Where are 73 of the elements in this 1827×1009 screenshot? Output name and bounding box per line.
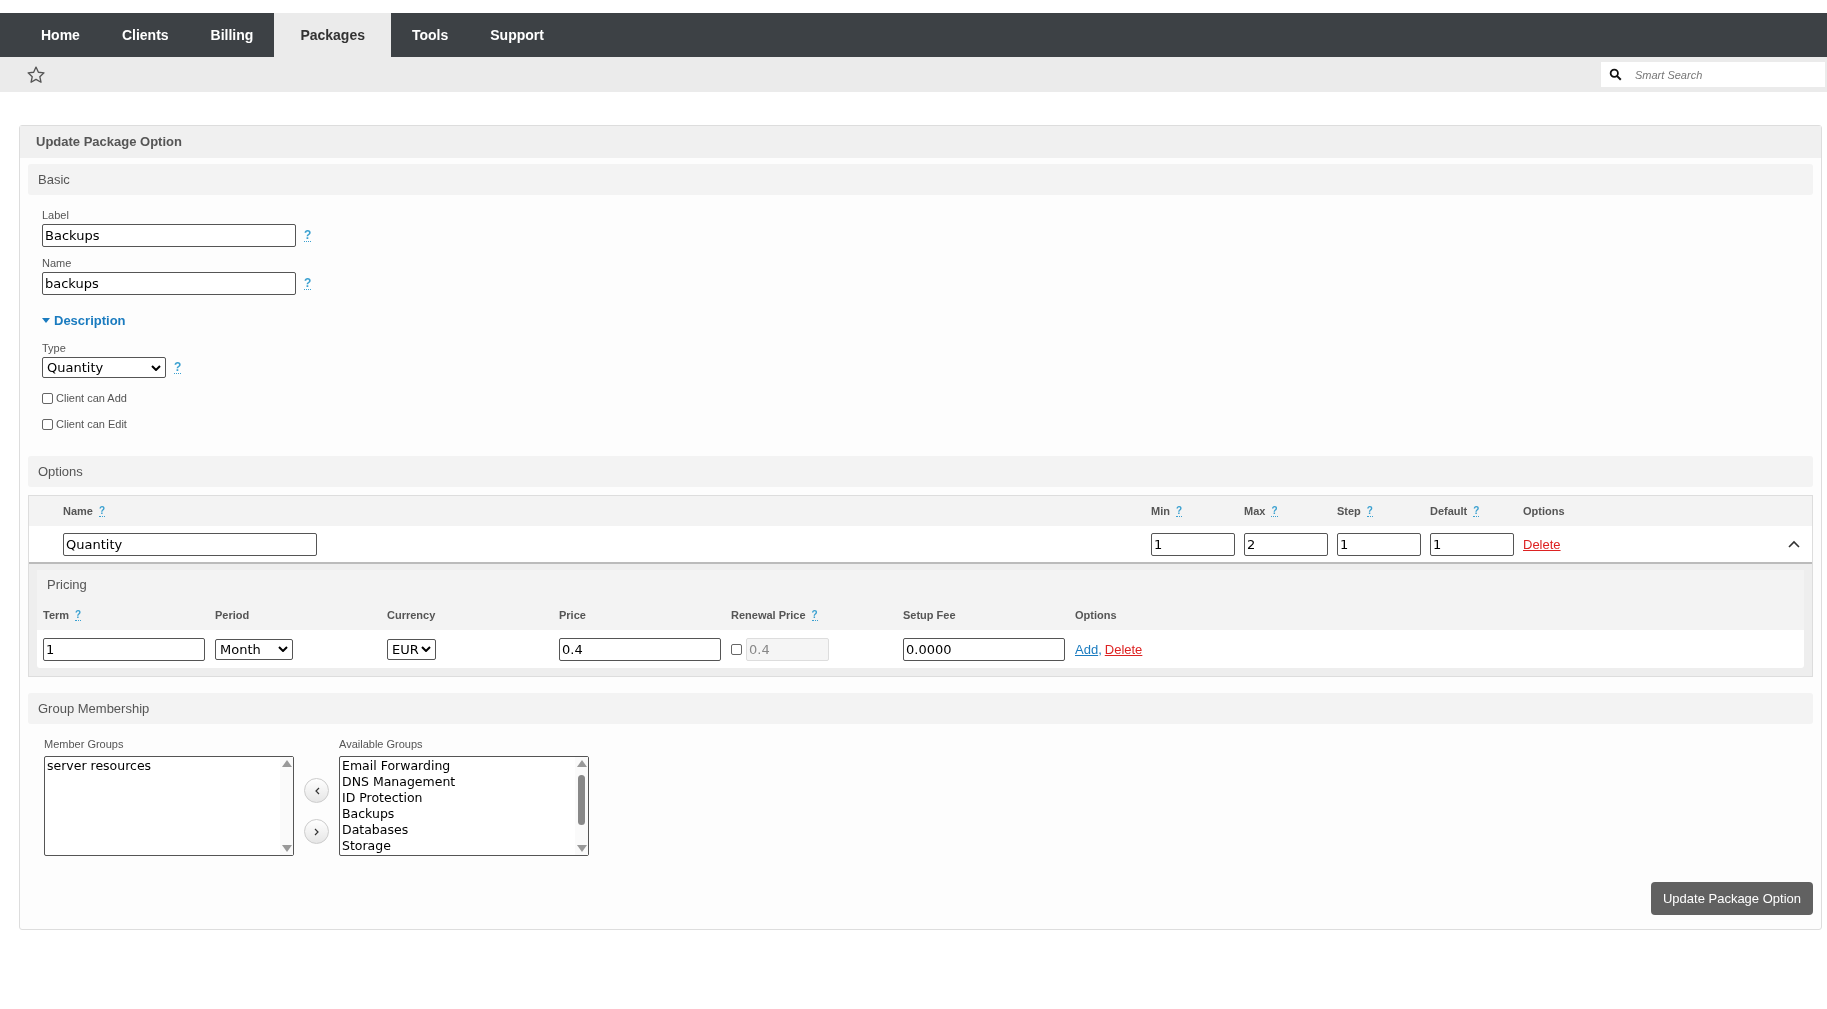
column-header: Max bbox=[1244, 505, 1266, 517]
section-header: Basic bbox=[28, 164, 1813, 195]
list-item[interactable]: Storage bbox=[342, 838, 573, 854]
field-label: Type bbox=[42, 342, 67, 354]
scrollbar[interactable] bbox=[280, 757, 293, 855]
list-item[interactable]: server resources bbox=[47, 758, 278, 774]
column-header: Currency bbox=[387, 609, 436, 621]
list-item[interactable]: Databases bbox=[342, 822, 573, 838]
chevron-right-icon bbox=[313, 827, 320, 836]
field-label: Member Groups bbox=[44, 738, 125, 750]
field-label: Available Groups bbox=[339, 738, 424, 750]
checkbox-label: Client can Edit bbox=[56, 418, 127, 430]
chevron-left-icon bbox=[313, 786, 320, 795]
column-header: Options bbox=[1523, 505, 1565, 517]
column-header: Min bbox=[1151, 505, 1170, 517]
column-header: Period bbox=[215, 609, 250, 621]
star-icon[interactable] bbox=[26, 64, 46, 85]
currency-dropdown[interactable]: EUR bbox=[387, 638, 436, 660]
text-field[interactable]: 2 bbox=[1244, 532, 1328, 556]
period-dropdown[interactable]: Month bbox=[215, 638, 293, 660]
caret-icon bbox=[42, 317, 50, 324]
panel-title: Update Package Option bbox=[20, 126, 1821, 158]
member-groups-list[interactable]: server resources bbox=[44, 756, 294, 856]
column-header: Setup Fee bbox=[903, 609, 956, 621]
checkbox[interactable] bbox=[42, 418, 53, 430]
nav-tab[interactable]: Billing bbox=[189, 13, 275, 57]
field-label: Label bbox=[42, 209, 70, 221]
field-label: Name bbox=[42, 257, 73, 269]
delete-link[interactable]: Delete bbox=[1104, 641, 1143, 657]
chevron-down-icon bbox=[421, 646, 431, 652]
checkbox-label: Client can Add bbox=[56, 392, 127, 404]
nav-tab[interactable]: Tools bbox=[391, 13, 470, 57]
available-groups-list[interactable]: Email Forwarding DNS Management ID Protection Backups Databases Storage bbox=[339, 756, 589, 856]
list-item[interactable]: Email Forwarding bbox=[342, 758, 573, 774]
search-field[interactable]: Smart Search bbox=[1601, 62, 1825, 87]
text-field[interactable]: Backups bbox=[42, 224, 296, 247]
separator-text: , bbox=[1098, 641, 1102, 657]
text-field[interactable]: 0.4 bbox=[559, 637, 721, 661]
nav-tab[interactable]: Packages bbox=[274, 13, 391, 57]
type-dropdown[interactable]: Quantity bbox=[42, 357, 166, 378]
chevron-up-icon[interactable] bbox=[1788, 540, 1800, 548]
section-header: Pricing bbox=[37, 570, 1804, 600]
section-header: Options bbox=[28, 456, 1813, 487]
column-header: Price bbox=[559, 609, 586, 621]
nav-tab[interactable]: Clients bbox=[100, 13, 190, 57]
checkbox[interactable] bbox=[731, 643, 742, 655]
column-header: Name bbox=[63, 505, 93, 517]
scrollbar[interactable] bbox=[575, 757, 588, 855]
text-field[interactable]: Quantity bbox=[63, 532, 317, 556]
column-header: Term bbox=[43, 609, 70, 621]
list-item[interactable]: DNS Management bbox=[342, 774, 573, 790]
text-field[interactable]: 1 bbox=[1430, 532, 1514, 556]
checkbox[interactable] bbox=[42, 392, 53, 404]
column-header: Options bbox=[1075, 609, 1117, 621]
delete-link[interactable]: Delete bbox=[1523, 536, 1561, 552]
column-header: Default bbox=[1430, 505, 1468, 517]
text-field[interactable]: 1 bbox=[1337, 532, 1421, 556]
update-package-option-button[interactable]: Update Package Option bbox=[1650, 882, 1813, 915]
list-item[interactable]: Backups bbox=[342, 806, 573, 822]
section-header: Group Membership bbox=[28, 693, 1813, 724]
column-header: Step bbox=[1337, 505, 1361, 517]
search-icon bbox=[1609, 68, 1622, 81]
text-field[interactable]: backups bbox=[42, 272, 296, 295]
column-header: Renewal Price bbox=[731, 609, 806, 621]
description-toggle[interactable]: Description bbox=[42, 313, 126, 328]
list-item[interactable]: ID Protection bbox=[342, 790, 573, 806]
nav-tab[interactable]: Support bbox=[469, 13, 565, 57]
text-field[interactable]: 0.0000 bbox=[903, 637, 1065, 661]
nav-tab[interactable]: Home bbox=[20, 13, 101, 57]
text-field[interactable]: 1 bbox=[43, 637, 205, 661]
text-field[interactable]: 1 bbox=[1151, 532, 1235, 556]
chevron-down-icon bbox=[278, 646, 288, 652]
chevron-down-icon bbox=[151, 364, 161, 371]
